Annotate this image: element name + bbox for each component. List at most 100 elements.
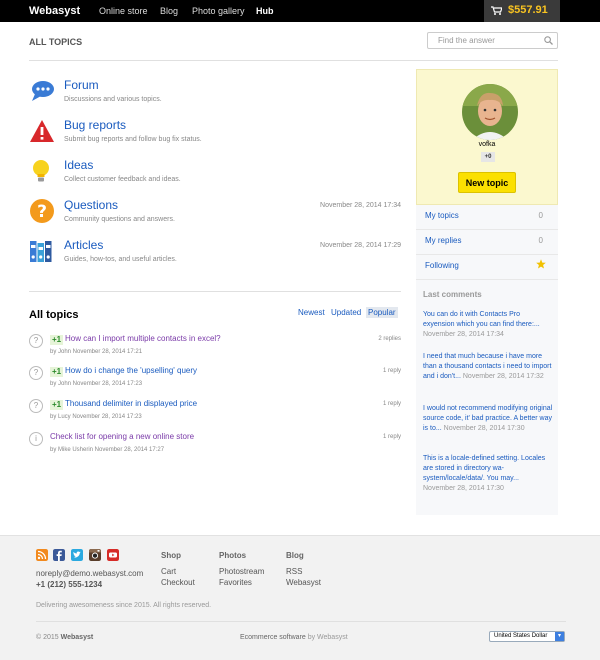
footer-email[interactable]: noreply@demo.webasyst.com (36, 569, 143, 578)
comment-item[interactable]: You can do it with Contacts Pro exyensio… (423, 310, 553, 340)
search-input[interactable] (427, 32, 558, 49)
footer-ecommerce: Ecommerce software by Webasyst (240, 634, 348, 641)
question-icon: ? (29, 334, 43, 348)
category-description: Guides, how-tos, and useful articles. (64, 256, 177, 263)
profile-card: vofka +0 New topic (416, 69, 558, 205)
ecommerce-by[interactable]: by Webasyst (308, 634, 348, 641)
topic-replies: 1 reply (382, 434, 401, 440)
sidebar-item-count: 0 (538, 211, 543, 220)
footer-heading-photos: Photos (219, 551, 247, 560)
sidebar-item-my-replies[interactable]: My replies 0 (416, 230, 558, 255)
brand-logo[interactable]: Webasyst (29, 5, 80, 17)
nav-photo-gallery[interactable]: Photo gallery (192, 6, 245, 16)
star-icon (536, 259, 546, 269)
avatar-image (462, 84, 518, 140)
vote-badge[interactable]: +1 (50, 367, 64, 377)
username[interactable]: vofka (417, 141, 557, 148)
cart-icon (491, 6, 502, 15)
topic-meta: by Lucy November 28, 2014 17:23 (50, 414, 142, 420)
category-last-updated: November 28, 2014 17:29 (320, 242, 401, 249)
sidebar-item-following[interactable]: Following (416, 255, 558, 280)
footer-link-webasyst[interactable]: Webasyst (286, 578, 321, 587)
topic-replies: 1 reply (382, 368, 401, 374)
topic-title[interactable]: How do i change the 'upselling' query (65, 366, 197, 375)
copyright-brand[interactable]: Webasyst (61, 634, 94, 641)
sidebar-item-label[interactable]: Following (425, 261, 459, 270)
topic-row[interactable]: ? +1 How can I import multiple contacts … (29, 331, 401, 361)
ecommerce-text[interactable]: Ecommerce software (240, 634, 306, 641)
vote-badge[interactable]: +1 (50, 400, 64, 410)
footer-divider (36, 621, 566, 622)
topic-title[interactable]: Thousand delimiter in displayed price (65, 399, 197, 408)
category-bug-reports[interactable]: Bug reports Submit bug reports and follo… (29, 118, 401, 150)
cart-total: $557.91 (508, 4, 548, 16)
comment-item[interactable]: I need that much because i have more tha… (423, 352, 553, 382)
user-rating: +0 (481, 152, 495, 162)
sort-updated[interactable]: Updated (329, 307, 363, 318)
topic-title[interactable]: Check list for opening a new online stor… (50, 432, 194, 441)
sidebar-item-label[interactable]: My topics (425, 211, 459, 220)
facebook-icon[interactable] (53, 549, 65, 561)
footer-heading-shop: Shop (161, 551, 181, 560)
category-name[interactable]: Ideas (64, 158, 93, 172)
vote-badge[interactable]: +1 (50, 335, 64, 345)
category-name[interactable]: Articles (64, 238, 103, 252)
sidebar-item-count: 0 (538, 236, 543, 245)
footer-link-photostream[interactable]: Photostream (219, 567, 264, 576)
topic-row[interactable]: i Check list for opening a new online st… (29, 429, 401, 459)
sort-popular[interactable]: Popular (366, 307, 398, 318)
nav-online-store[interactable]: Online store (99, 6, 148, 16)
footer-phone: +1 (212) 555-1234 (36, 580, 103, 589)
topic-row[interactable]: ? +1 How do i change the 'upselling' que… (29, 363, 401, 393)
warning-icon (30, 120, 54, 142)
sidebar-item-my-topics[interactable]: My topics 0 (416, 205, 558, 230)
footer-tagline: Delivering awesomeness since 2015. All r… (36, 602, 212, 609)
footer-link-favorites[interactable]: Favorites (219, 578, 252, 587)
topic-meta: by John November 28, 2014 17:23 (50, 381, 143, 387)
topic-replies: 2 replies (378, 336, 401, 342)
category-name[interactable]: Forum (64, 78, 99, 92)
category-ideas[interactable]: Ideas Collect customer feedback and idea… (29, 158, 401, 190)
category-description: Community questions and answers. (64, 216, 175, 223)
comment-date: November 28, 2014 17:30 (443, 425, 525, 432)
topic-row[interactable]: ? +1 Thousand delimiter in displayed pri… (29, 396, 401, 426)
footer-copyright: © 2015 Webasyst (36, 634, 93, 641)
comment-text[interactable]: This is a locale-defined setting. Locale… (423, 455, 545, 482)
category-description: Submit bug reports and follow bug fix st… (64, 136, 202, 143)
question-icon: ? (29, 399, 43, 413)
comment-date: November 28, 2014 17:32 (462, 373, 544, 380)
footer-link-cart[interactable]: Cart (161, 567, 176, 576)
search-icon[interactable] (544, 36, 553, 45)
cart-button[interactable]: $557.91 (484, 0, 560, 22)
category-last-updated: November 28, 2014 17:34 (320, 202, 401, 209)
youtube-icon[interactable] (107, 549, 119, 561)
topic-title[interactable]: How can I import multiple contacts in ex… (65, 334, 221, 343)
footer-heading-blog: Blog (286, 551, 304, 560)
sidebar-item-label[interactable]: My replies (425, 236, 461, 245)
nav-hub[interactable]: Hub (256, 6, 274, 16)
new-topic-button[interactable]: New topic (458, 172, 516, 193)
section-divider (29, 291, 401, 292)
category-articles[interactable]: Articles Guides, how-tos, and useful art… (29, 238, 401, 270)
avatar[interactable] (462, 84, 518, 140)
category-forum[interactable]: Forum Discussions and various topics. (29, 78, 401, 110)
category-questions[interactable]: ? Questions Community questions and answ… (29, 198, 401, 230)
comment-item[interactable]: This is a locale-defined setting. Locale… (423, 454, 553, 494)
category-name[interactable]: Bug reports (64, 118, 126, 132)
currency-select[interactable]: United States Dollar ▾ (489, 631, 565, 642)
twitter-icon[interactable] (71, 549, 83, 561)
category-name[interactable]: Questions (64, 198, 118, 212)
comment-text[interactable]: You can do it with Contacts Pro exyensio… (423, 311, 540, 328)
comment-item[interactable]: I would not recommend modifying original… (423, 404, 553, 434)
chevron-down-icon: ▾ (555, 632, 564, 641)
lightbulb-icon (33, 160, 49, 182)
instagram-icon[interactable] (89, 549, 101, 561)
rss-icon[interactable] (36, 549, 48, 561)
topic-meta: by Mike Usherin November 28, 2014 17:27 (50, 447, 165, 453)
top-bar: Webasyst Online store Blog Photo gallery… (0, 0, 600, 22)
comment-date: November 28, 2014 17:34 (423, 331, 504, 338)
sort-newest[interactable]: Newest (296, 307, 327, 318)
footer-link-rss[interactable]: RSS (286, 567, 302, 576)
footer-link-checkout[interactable]: Checkout (161, 578, 195, 587)
nav-blog[interactable]: Blog (160, 6, 178, 16)
